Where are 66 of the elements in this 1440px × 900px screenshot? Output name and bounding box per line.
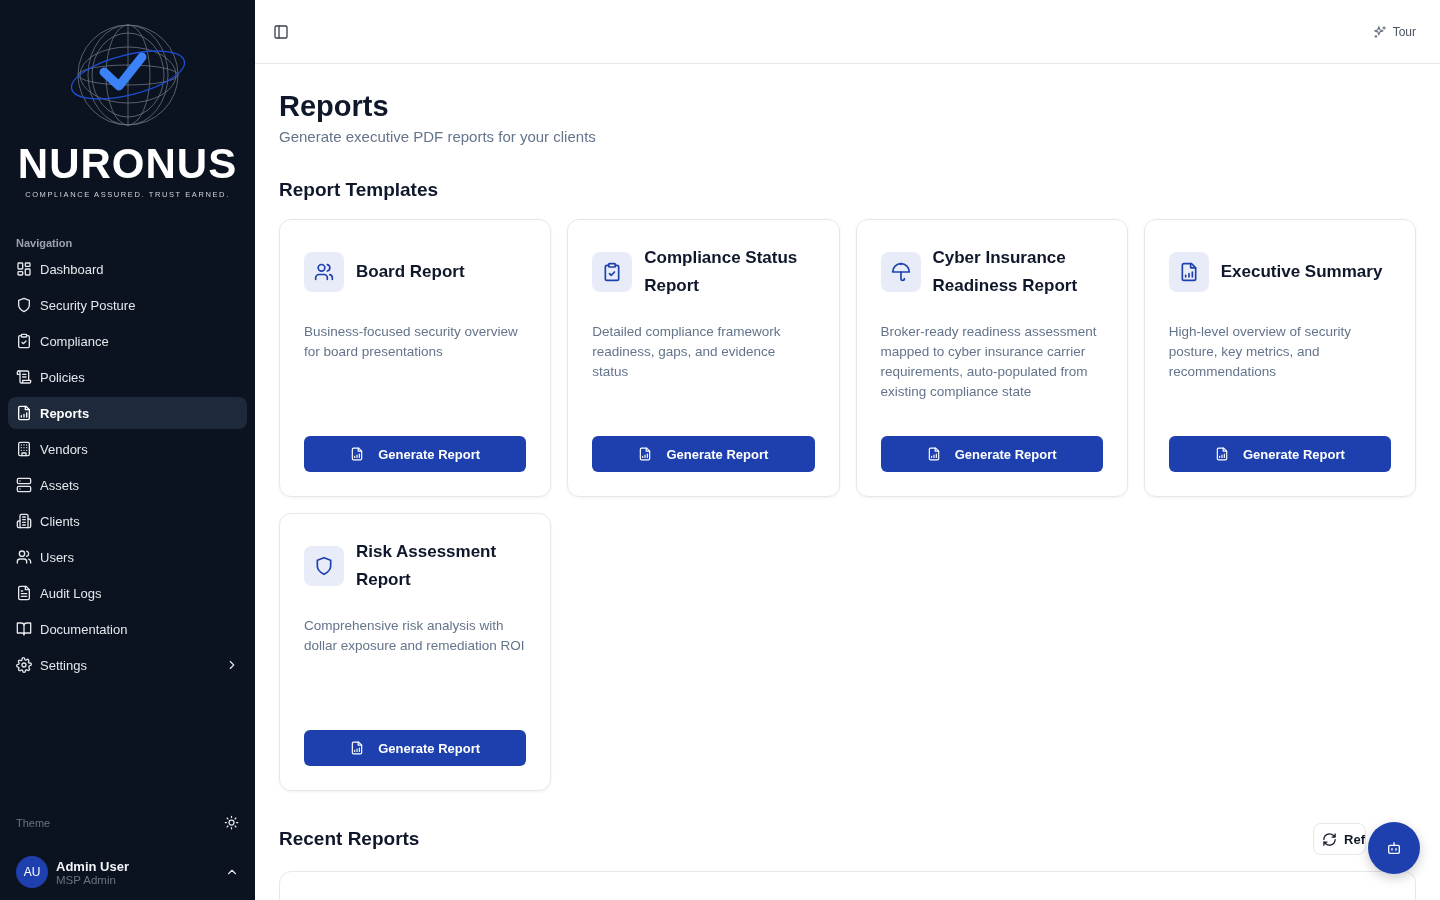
clipboard-check-icon [602,262,623,282]
sidebar-item[interactable]: Assets [8,469,247,501]
file-chart-icon [16,405,32,421]
card-title: Compliance Status Report [644,247,799,297]
server-icon [16,477,32,493]
card-description: Detailed compliance framework readiness, gaps, and evidence status [592,323,782,381]
card-title: Board Report [356,261,465,283]
file-chart-icon [926,447,941,461]
card-title: Risk Assessment Report [356,541,498,591]
generate-report-button[interactable]: Generate Report [592,436,815,472]
clipboard-check-icon [16,333,32,349]
sidebar-item[interactable]: Compliance [8,325,247,357]
sidebar-item[interactable]: Policies [8,361,247,393]
sidebar-item[interactable]: Settings [8,649,247,681]
card-description: Business-focused security overview for board presentations [304,323,519,361]
section-heading: Report Templates [279,179,440,201]
building-icon [16,441,32,457]
generate-report-button[interactable]: Generate Report [1168,436,1391,472]
card-title: Executive Summary [1220,261,1383,283]
sparkles-icon [1372,24,1387,39]
users-icon [314,262,334,282]
shield-icon [314,556,334,576]
card-description: Broker-ready readiness assessment mapped to cyber insurance carrier requirements, auto-populated from existing compliance state [880,323,1098,401]
file-chart-icon [1214,447,1229,461]
sidebar-item[interactable]: Clients [8,505,247,537]
sidebar-item[interactable]: Security Posture [8,289,247,321]
brand-name: NURONUS [17,142,238,186]
sun-icon[interactable] [224,815,239,830]
sidebar-item[interactable]: Vendors [8,433,247,465]
office-building-icon [16,513,32,529]
user-role: MSP Admin [56,873,117,886]
generate-report-button[interactable]: Generate Report [304,436,527,472]
user-name: Admin User [56,858,130,874]
user-avatar: AU [16,856,48,888]
book-icon [16,621,32,637]
theme-label: Theme [16,816,51,829]
section-heading: Recent Reports [279,828,420,850]
sidebar-toggle-icon[interactable] [273,23,289,40]
file-chart-icon [638,447,653,461]
card-description: High-level overview of security posture, key metrics, and recommendations [1168,323,1353,381]
card-description: Comprehensive risk analysis with dollar exposure and remediation ROI [304,617,526,655]
users-icon [16,549,32,565]
card-title: Cyber Insurance Readiness Report [932,247,1079,297]
file-chart-icon [350,447,365,461]
nav-heading: Navigation [16,237,74,249]
scroll-icon [16,369,32,385]
sidebar-item[interactable]: Users [8,541,247,573]
sidebar-item[interactable]: Documentation [8,613,247,645]
refresh-button[interactable]: Ref [1313,823,1366,855]
assistant-button[interactable] [1368,822,1420,874]
umbrella-icon [890,262,911,282]
page-subtitle: Generate executive PDF reports for your clients [279,128,597,145]
refresh-icon [1322,831,1338,847]
layout-icon [16,261,32,277]
file-chart-icon [350,741,365,755]
robot-icon [1386,840,1402,856]
sidebar-item[interactable]: Reports [8,397,247,429]
document-icon [16,585,32,601]
sidebar-item[interactable]: Audit Logs [8,577,247,609]
generate-report-button[interactable]: Generate Report [304,730,527,766]
shield-icon [16,297,32,313]
tour-button[interactable]: Tour [1366,20,1422,43]
settings-icon [16,657,32,673]
generate-report-button[interactable]: Generate Report [880,436,1103,472]
page-title: Reports [279,89,390,124]
sidebar-item[interactable]: Dashboard [8,253,247,285]
